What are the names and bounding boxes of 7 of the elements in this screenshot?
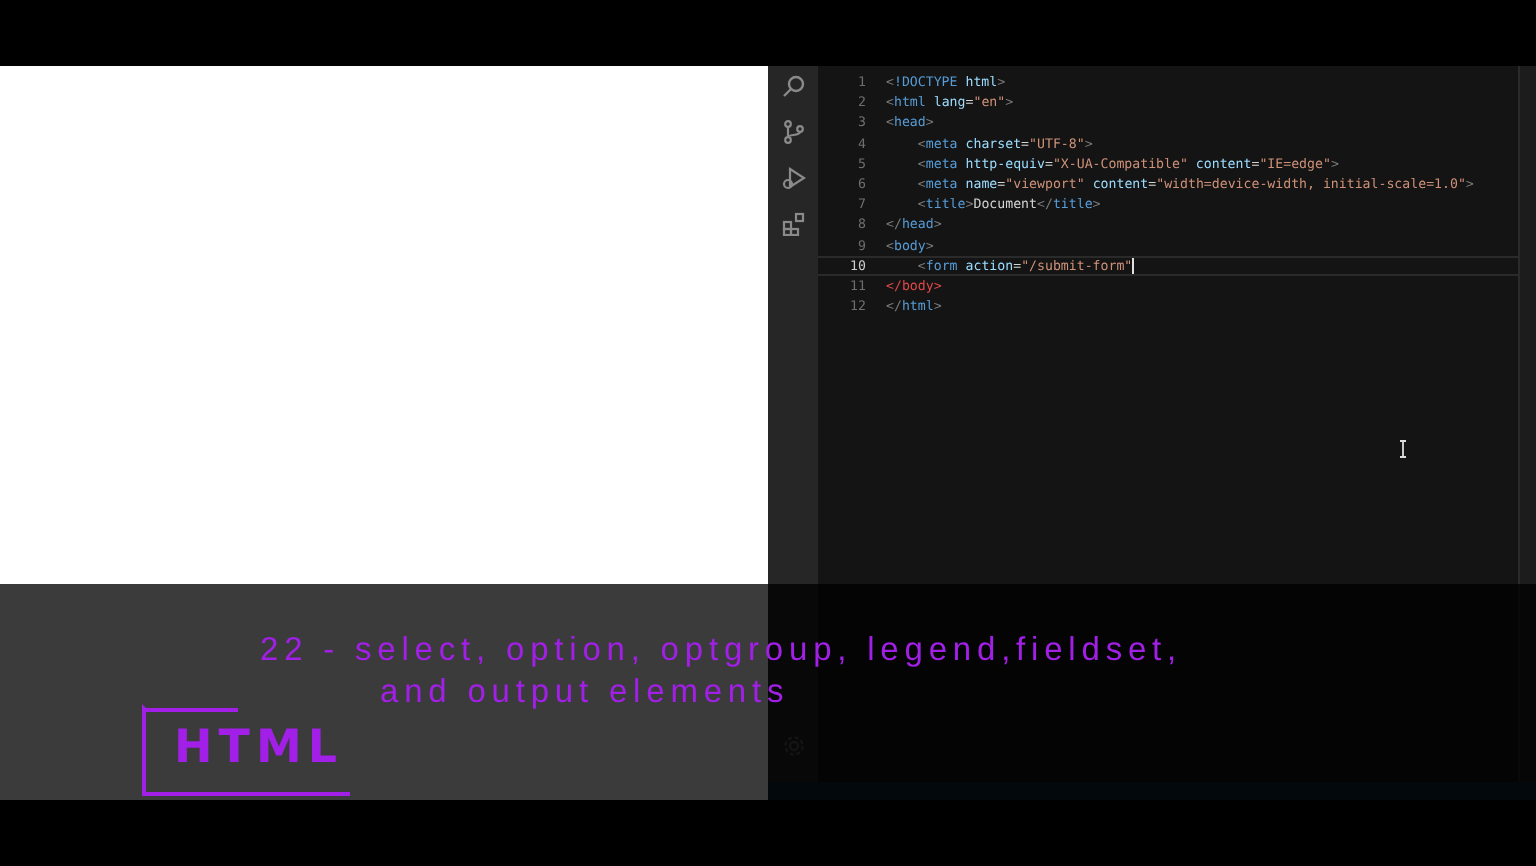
- search-icon[interactable]: [781, 74, 805, 98]
- play-bug-icon[interactable]: [781, 166, 805, 190]
- text-caret: [1132, 257, 1135, 274]
- branch-icon[interactable]: [781, 120, 805, 144]
- html-logo: HTML: [142, 704, 350, 796]
- extensions-icon[interactable]: [781, 212, 805, 236]
- text-cursor-icon: [1398, 440, 1408, 458]
